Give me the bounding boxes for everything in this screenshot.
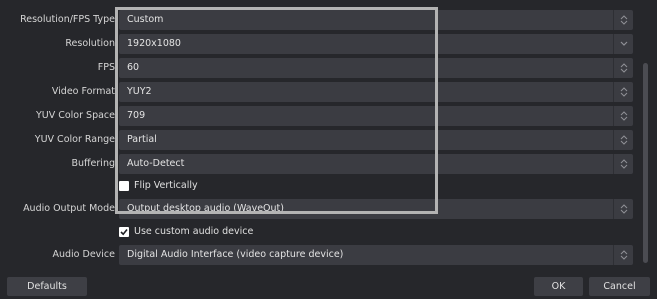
yuv-color-range-label: YUV Color Range (34, 134, 115, 145)
buffering-select[interactable]: Auto-Detect (119, 154, 633, 174)
resolution-select[interactable]: 1920x1080 (119, 34, 633, 54)
row-buffering: Buffering Auto-Detect (0, 154, 657, 174)
fps-select[interactable]: 60 (119, 58, 633, 78)
fps-value: 60 (127, 62, 140, 73)
use-custom-audio-device-label[interactable]: Use custom audio device (134, 223, 253, 241)
buffering-value: Auto-Detect (127, 158, 185, 169)
audio-output-mode-select[interactable]: Output desktop audio (WaveOut) (119, 199, 633, 219)
audio-device-label: Audio Device (52, 249, 115, 260)
audio-device-select[interactable]: Digital Audio Interface (video capture d… (119, 245, 633, 265)
fps-label: FPS (97, 62, 115, 73)
video-format-select[interactable]: YUY2 (119, 82, 633, 102)
updown-arrows-icon (613, 58, 633, 78)
yuv-color-range-select[interactable]: Partial (119, 130, 633, 150)
defaults-button[interactable]: Defaults (7, 277, 87, 296)
updown-arrows-icon (613, 245, 633, 265)
row-yuv-color-space: YUV Color Space 709 (0, 106, 657, 126)
row-resolution: Resolution 1920x1080 (0, 34, 657, 54)
flip-vertically-label[interactable]: Flip Vertically (134, 177, 198, 195)
updown-arrows-icon (613, 130, 633, 150)
vertical-scrollbar[interactable] (641, 0, 651, 268)
resolution-value: 1920x1080 (127, 38, 181, 49)
resolution-fps-type-select[interactable]: Custom (119, 10, 633, 30)
audio-output-mode-label: Audio Output Mode (23, 203, 115, 214)
use-custom-audio-device-checkbox[interactable] (119, 227, 129, 237)
row-use-custom-audio-device: Use custom audio device (0, 223, 657, 241)
row-yuv-color-range: YUV Color Range Partial (0, 130, 657, 150)
yuv-color-range-value: Partial (127, 134, 157, 145)
checkmark-icon (120, 228, 128, 236)
yuv-color-space-label: YUV Color Space (35, 110, 115, 121)
updown-arrows-icon (613, 199, 633, 219)
row-flip-vertically: Flip Vertically (0, 177, 657, 195)
video-format-label: Video Format (51, 86, 115, 97)
chevron-down-icon (613, 34, 633, 54)
row-audio-output-mode: Audio Output Mode Output desktop audio (… (0, 199, 657, 219)
row-audio-device: Audio Device Digital Audio Interface (vi… (0, 245, 657, 265)
row-fps: FPS 60 (0, 58, 657, 78)
updown-arrows-icon (613, 82, 633, 102)
updown-arrows-icon (613, 106, 633, 126)
properties-window: Resolution/FPS Type Custom Resolution 19… (0, 0, 657, 299)
audio-output-mode-value: Output desktop audio (WaveOut) (127, 203, 284, 214)
row-video-format: Video Format YUY2 (0, 82, 657, 102)
resolution-label: Resolution (65, 38, 115, 49)
cancel-button[interactable]: Cancel (589, 277, 650, 296)
yuv-color-space-value: 709 (127, 110, 146, 121)
flip-vertically-checkbox[interactable] (119, 181, 129, 191)
ok-button[interactable]: OK (534, 277, 583, 296)
audio-device-value: Digital Audio Interface (video capture d… (127, 249, 344, 260)
scrollbar-thumb[interactable] (643, 63, 648, 263)
buffering-label: Buffering (71, 158, 115, 169)
updown-arrows-icon (613, 154, 633, 174)
resolution-fps-type-value: Custom (127, 14, 164, 25)
resolution-fps-type-label: Resolution/FPS Type (20, 14, 115, 25)
updown-arrows-icon (613, 10, 633, 30)
video-format-value: YUY2 (127, 86, 152, 97)
row-resolution-fps-type: Resolution/FPS Type Custom (0, 10, 657, 30)
yuv-color-space-select[interactable]: 709 (119, 106, 633, 126)
